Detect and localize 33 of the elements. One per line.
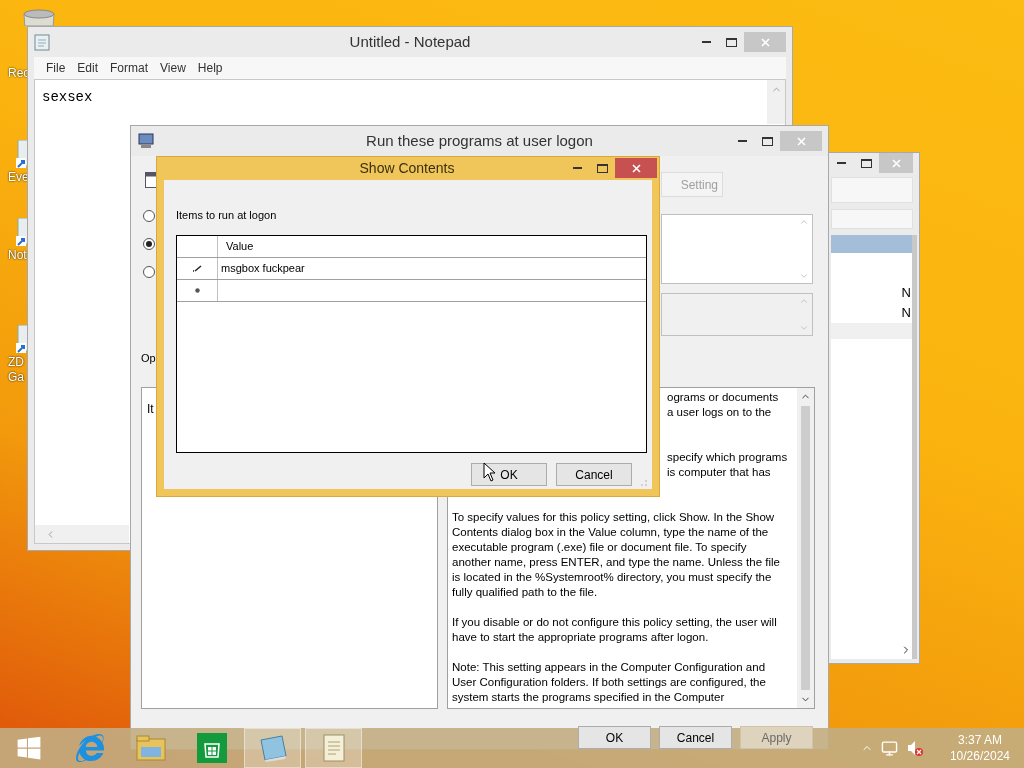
dialog-button[interactable]: Cancel bbox=[556, 463, 632, 486]
menu-item[interactable]: Edit bbox=[77, 59, 99, 77]
menu-item[interactable]: Format bbox=[110, 59, 149, 77]
window-title: Untitled - Notepad bbox=[349, 31, 471, 52]
help-text-line: a user logs on to the bbox=[667, 405, 773, 420]
options-label: Op bbox=[141, 351, 157, 366]
menu-item[interactable]: File bbox=[46, 59, 66, 77]
help-text-line: is computer that has bbox=[667, 465, 772, 480]
dialog-button[interactable]: Cancel bbox=[659, 726, 732, 749]
clock-time: 3:37 AM bbox=[957, 732, 1002, 748]
dialog-button[interactable]: OK bbox=[471, 463, 547, 486]
help-paragraph: If you disable or do not configure this policy setting, the user will have to start the appropriate programs after logon. bbox=[452, 615, 778, 645]
items-label: Items to run at logon bbox=[176, 208, 278, 222]
window-title: Run these programs at user logon bbox=[366, 130, 593, 151]
table-cell-text: N bbox=[901, 284, 911, 303]
menu-item[interactable]: Help bbox=[197, 59, 223, 77]
options-text: It bbox=[147, 402, 154, 416]
desktop-icon-label: Ga bbox=[8, 370, 24, 385]
dialog-button[interactable]: OK bbox=[578, 726, 651, 749]
help-text-line: specify which programs bbox=[667, 450, 785, 465]
table-cell-text: N bbox=[901, 304, 911, 323]
dialog-title: Show Contents bbox=[359, 158, 455, 178]
value-cell[interactable]: msgbox fuckpear bbox=[221, 260, 305, 277]
help-text-line: ograms or documents bbox=[667, 390, 780, 405]
column-header[interactable]: Value bbox=[218, 236, 646, 257]
desktop-icon-label: Rec bbox=[8, 66, 30, 81]
desktop-icon-label: ZD bbox=[8, 355, 24, 370]
text-content: sexsex bbox=[42, 89, 93, 105]
clock-date: 10/26/2024 bbox=[949, 748, 1010, 764]
help-paragraph: To specify values for this policy setting, click Show. In the Show Contents dialog box in the Value column, type the name of the executable program (.exe) file or document file. To specify another name, press ENTER, and type the name. Unless the file is located in the %Systemroot% directory, you must specify the fully qualified path to the file. bbox=[452, 510, 781, 600]
menu-item[interactable]: View bbox=[160, 59, 186, 77]
desktop-icon-label: Not bbox=[8, 248, 27, 263]
help-paragraph: Note: This setting appears in the Computer Configuration and User Configuration folders. If both settings are configured, the system starts the programs specified in the Computer bbox=[452, 660, 767, 705]
